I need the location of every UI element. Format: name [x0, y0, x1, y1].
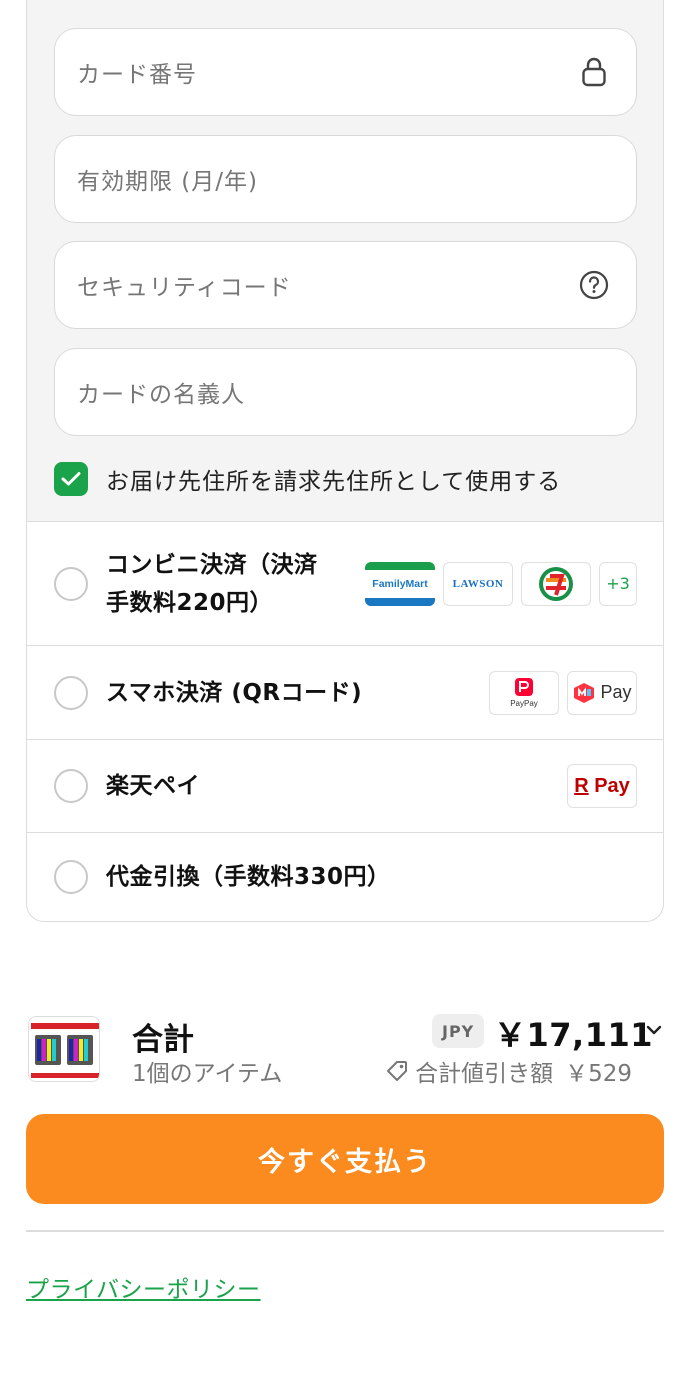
rakuten-pay-logo: R Pay [567, 764, 637, 808]
lock-icon [578, 56, 610, 88]
card-number-field[interactable]: カード番号 [54, 28, 637, 116]
method-smartphone-qr[interactable]: スマホ決済 (QRコード) PayPay Pay [27, 646, 663, 740]
tag-icon [387, 1061, 408, 1081]
convenience-label-line1: コンビニ決済（決済 [106, 551, 318, 578]
more-stores-badge: +3 [599, 561, 637, 606]
item-count: 1個のアイテム [132, 1061, 283, 1087]
card-number-placeholder: カード番号 [77, 62, 197, 88]
payment-panel: カード番号 有効期限 (月/年) セキュリティコード カードの名義人 お届け先住… [26, 0, 664, 922]
merpay-logo-text: Pay [600, 682, 632, 702]
rakuten-pay-radio[interactable] [54, 769, 88, 803]
cash-on-delivery-label: 代金引換（手数料330円） [106, 864, 391, 890]
convenience-store-label: コンビニ決済（決済 手数料220円） [106, 546, 318, 622]
total-amount: ￥17,111 [494, 1016, 653, 1054]
cash-on-delivery-radio[interactable] [54, 860, 88, 894]
divider [26, 1230, 664, 1232]
merpay-logo: Pay [567, 670, 637, 715]
discount-amount: ￥529 [565, 1061, 632, 1087]
help-icon[interactable] [578, 269, 610, 301]
billing-same-label: お届け先住所を請求先住所として使用する [106, 469, 562, 495]
method-convenience-store[interactable]: コンビニ決済（決済 手数料220円） FamilyMart LAWSON +3 [27, 522, 663, 646]
privacy-policy-link[interactable]: プライバシーポリシー [26, 1270, 261, 1304]
security-code-field[interactable]: セキュリティコード [54, 241, 637, 329]
discount-label: 合計値引き額 [415, 1061, 554, 1087]
cardholder-name-field[interactable]: カードの名義人 [54, 348, 637, 436]
rpay-text: Pay [594, 774, 630, 797]
paypay-logo-text: PayPay [510, 699, 538, 708]
check-icon [61, 472, 81, 486]
method-cash-on-delivery[interactable]: 代金引換（手数料330円） [27, 833, 663, 921]
security-code-placeholder: セキュリティコード [77, 275, 292, 301]
chevron-down-icon[interactable] [644, 1020, 664, 1040]
smartphone-qr-label: スマホ決済 (QRコード) [106, 679, 363, 706]
convenience-logos: FamilyMart LAWSON +3 [365, 561, 637, 606]
discount-row: 合計値引き額 ￥529 [385, 1054, 632, 1088]
rpay-r: R [574, 774, 589, 797]
summary-title: 合計 [132, 1022, 194, 1058]
currency-badge: JPY [432, 1014, 485, 1048]
seven-eleven-logo [521, 561, 591, 606]
pay-now-button[interactable]: 今すぐ支払う [26, 1114, 664, 1204]
convenience-label-line2: 手数料220円） [106, 589, 274, 616]
paypay-logo: PayPay [489, 670, 559, 715]
method-rakuten-pay[interactable]: 楽天ペイ R Pay [27, 740, 663, 833]
familymart-logo: FamilyMart [365, 561, 435, 606]
billing-same-checkbox[interactable] [54, 462, 88, 496]
order-summary[interactable]: 合計 1個のアイテム JPY ￥17,111 合計値引き額 ￥529 [26, 1010, 664, 1090]
smartphone-qr-radio[interactable] [54, 675, 88, 710]
qr-logos: PayPay Pay [489, 670, 637, 715]
billing-same-row[interactable]: お届け先住所を請求先住所として使用する [54, 462, 561, 496]
cardholder-placeholder: カードの名義人 [77, 382, 245, 408]
lawson-logo: LAWSON [443, 561, 513, 606]
convenience-store-radio[interactable] [54, 566, 88, 601]
familymart-logo-text: FamilyMart [372, 577, 428, 590]
expiry-field[interactable]: 有効期限 (月/年) [54, 135, 637, 223]
expiry-placeholder: 有効期限 (月/年) [77, 169, 259, 195]
rakuten-pay-label: 楽天ペイ [106, 773, 200, 799]
product-thumbnail [28, 1016, 100, 1082]
rakuten-logos: R Pay [567, 764, 637, 808]
credit-card-section: カード番号 有効期限 (月/年) セキュリティコード カードの名義人 お届け先住… [27, 0, 663, 522]
